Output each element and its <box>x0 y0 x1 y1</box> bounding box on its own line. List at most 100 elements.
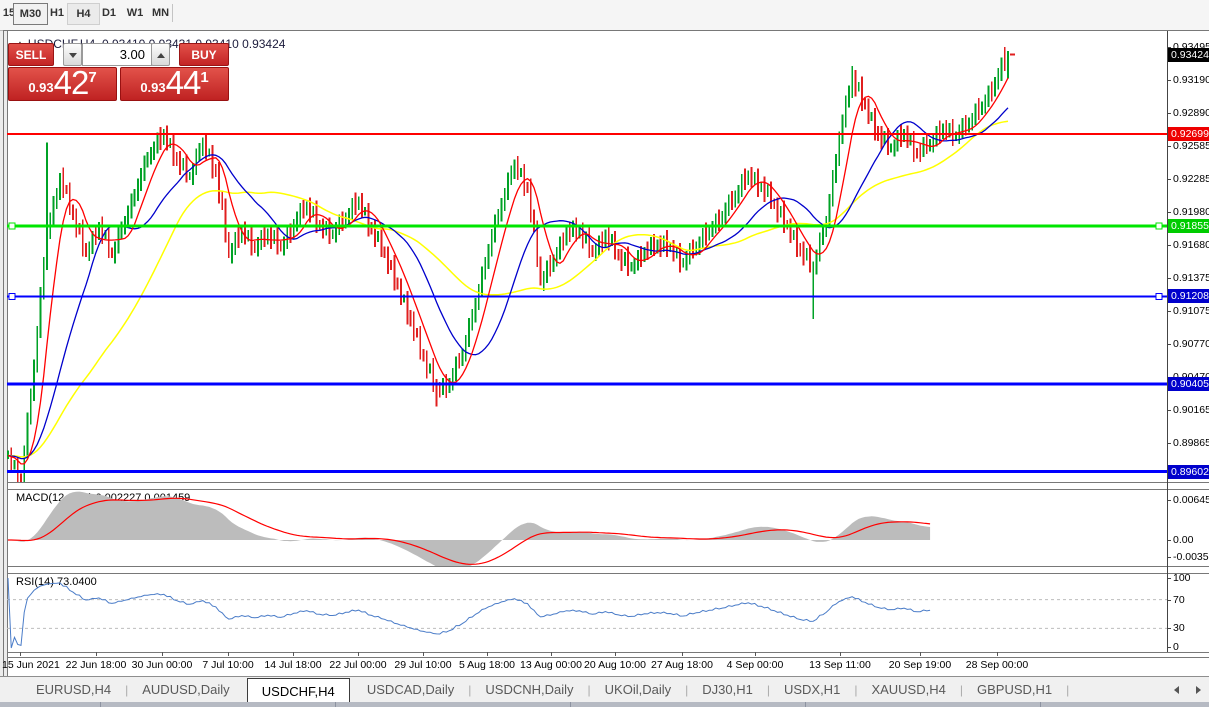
tab-separator: | <box>1066 683 1069 697</box>
strip-tick <box>335 702 336 707</box>
time-axis-tick <box>682 652 683 656</box>
time-axis-label: 28 Sep 00:00 <box>966 659 1028 671</box>
time-axis-label: 30 Jun 00:00 <box>132 659 193 671</box>
chart-tab-usdx[interactable]: USDX,H1 <box>770 677 854 703</box>
macd-axis-label: 0.006451 <box>1173 494 1209 506</box>
price-badge-0.92699: 0.92699 <box>1168 127 1209 141</box>
time-axis-tick <box>997 652 998 656</box>
pane-separator-rsi-time <box>8 652 1209 658</box>
time-axis-tick <box>840 652 841 656</box>
time-axis-tick <box>615 652 616 656</box>
macd-axis-label: -0.00350 <box>1173 551 1209 563</box>
time-axis-tick <box>293 652 294 656</box>
price-badge-0.91208: 0.91208 <box>1168 289 1209 303</box>
price-badge-0.90405: 0.90405 <box>1168 377 1209 391</box>
macd-axis-tick <box>1167 540 1171 541</box>
strip-tick <box>100 702 101 707</box>
price-axis-label: 0.91680 <box>1173 239 1209 251</box>
time-axis-label: 29 Jul 10:00 <box>394 659 451 671</box>
time-axis-tick <box>228 652 229 656</box>
time-axis-label: 14 Jul 18:00 <box>264 659 321 671</box>
time-axis-tick <box>162 652 163 656</box>
window-frame-top <box>3 30 1209 31</box>
price-axis-label: 0.91375 <box>1173 272 1209 284</box>
price-axis-label: 0.91980 <box>1173 206 1209 218</box>
time-axis-label: 15 Jun 2021 <box>2 659 60 671</box>
price-axis-tick <box>1167 80 1171 81</box>
toolbar-separator <box>172 4 173 22</box>
price-axis-label: 0.92890 <box>1173 107 1209 119</box>
time-axis-tick <box>423 652 424 656</box>
time-axis-label: 4 Sep 00:00 <box>727 659 784 671</box>
rsi-axis-label: 0 <box>1173 641 1179 653</box>
time-axis-label: 20 Aug 10:00 <box>584 659 646 671</box>
price-axis-label: 0.89865 <box>1173 437 1209 449</box>
tab-scroll-left-icon[interactable] <box>1174 686 1179 694</box>
price-axis-label: 0.91075 <box>1173 305 1209 317</box>
strip-tick <box>570 702 571 707</box>
time-axis-tick <box>20 652 21 656</box>
rsi-axis-tick <box>1167 578 1171 579</box>
price-axis-tick <box>1167 179 1171 180</box>
price-axis-label: 0.93190 <box>1173 74 1209 86</box>
price-axis-tick <box>1167 146 1171 147</box>
chart-tab-usdchf[interactable]: USDCHF,H4 <box>247 678 350 704</box>
price-axis-tick <box>1167 212 1171 213</box>
macd-axis-tick <box>1167 500 1171 501</box>
chart-tab-dj30[interactable]: DJ30,H1 <box>688 677 767 703</box>
price-axis-tick <box>1167 245 1171 246</box>
macd-axis-tick <box>1167 557 1171 558</box>
time-axis-tick <box>487 652 488 656</box>
macd-axis-label: 0.00 <box>1173 534 1193 546</box>
price-badge-0.89602: 0.89602 <box>1168 465 1209 479</box>
price-badge-0.93424: 0.93424 <box>1168 48 1209 62</box>
time-axis-label: 20 Sep 19:00 <box>889 659 951 671</box>
rsi-axis-tick <box>1167 647 1171 648</box>
time-axis-tick <box>920 652 921 656</box>
price-badge-0.91855: 0.91855 <box>1168 219 1209 233</box>
price-axis-tick <box>1167 278 1171 279</box>
time-axis-label: 13 Sep 11:00 <box>809 659 871 671</box>
chart-tab-xauusd[interactable]: XAUUSD,H4 <box>857 677 959 703</box>
hline-canvas <box>7 32 1167 482</box>
price-axis-label: 0.90770 <box>1173 338 1209 350</box>
chart-tab-eurusd[interactable]: EURUSD,H4 <box>22 677 125 703</box>
chart-tabs: EURUSD,H4|AUDUSD,Daily|USDCHF,H4|USDCAD,… <box>22 677 1069 703</box>
rsi-axis-label: 70 <box>1173 594 1185 606</box>
strip-tick <box>1040 702 1041 707</box>
price-axis-label: 0.92585 <box>1173 140 1209 152</box>
time-axis-tick <box>551 652 552 656</box>
timeframe-toolbar: 15M30H1H4D1W1MN <box>0 0 1209 31</box>
rsi-axis-tick <box>1167 628 1171 629</box>
price-axis-label: 0.92285 <box>1173 173 1209 185</box>
time-axis-tick <box>358 652 359 656</box>
rsi-axis-label: 30 <box>1173 622 1185 634</box>
time-axis-label: 22 Jun 18:00 <box>66 659 127 671</box>
price-axis-line <box>1167 31 1168 652</box>
price-axis-tick <box>1167 443 1171 444</box>
tab-scroll-right-icon[interactable] <box>1196 686 1201 694</box>
chart-tab-gbpusd[interactable]: GBPUSD,H1 <box>963 677 1066 703</box>
price-axis-label: 0.90165 <box>1173 404 1209 416</box>
rsi-axis-label: 100 <box>1173 572 1191 584</box>
time-axis-label: 13 Aug 00:00 <box>520 659 582 671</box>
time-axis-label: 27 Aug 18:00 <box>651 659 713 671</box>
price-axis-tick <box>1167 311 1171 312</box>
price-axis-tick <box>1167 113 1171 114</box>
chart-tab-bar: EURUSD,H4|AUDUSD,Daily|USDCHF,H4|USDCAD,… <box>0 676 1209 702</box>
time-axis-tick <box>755 652 756 656</box>
chart-tab-usdcad[interactable]: USDCAD,Daily <box>353 677 468 703</box>
price-axis-tick <box>1167 410 1171 411</box>
strip-tick <box>805 702 806 707</box>
price-axis-tick <box>1167 344 1171 345</box>
macd-pane-canvas <box>7 488 1167 566</box>
rsi-pane-canvas <box>7 572 1167 652</box>
rsi-axis-tick <box>1167 600 1171 601</box>
time-axis-label: 7 Jul 10:00 <box>202 659 253 671</box>
time-axis-tick <box>96 652 97 656</box>
chart-tab-audusd[interactable]: AUDUSD,Daily <box>128 677 243 703</box>
chart-tab-ukoil[interactable]: UKOil,Daily <box>591 677 685 703</box>
bottom-resize-strip <box>0 702 1209 707</box>
window-frame-outer <box>3 31 4 676</box>
chart-tab-usdcnh[interactable]: USDCNH,Daily <box>471 677 587 703</box>
